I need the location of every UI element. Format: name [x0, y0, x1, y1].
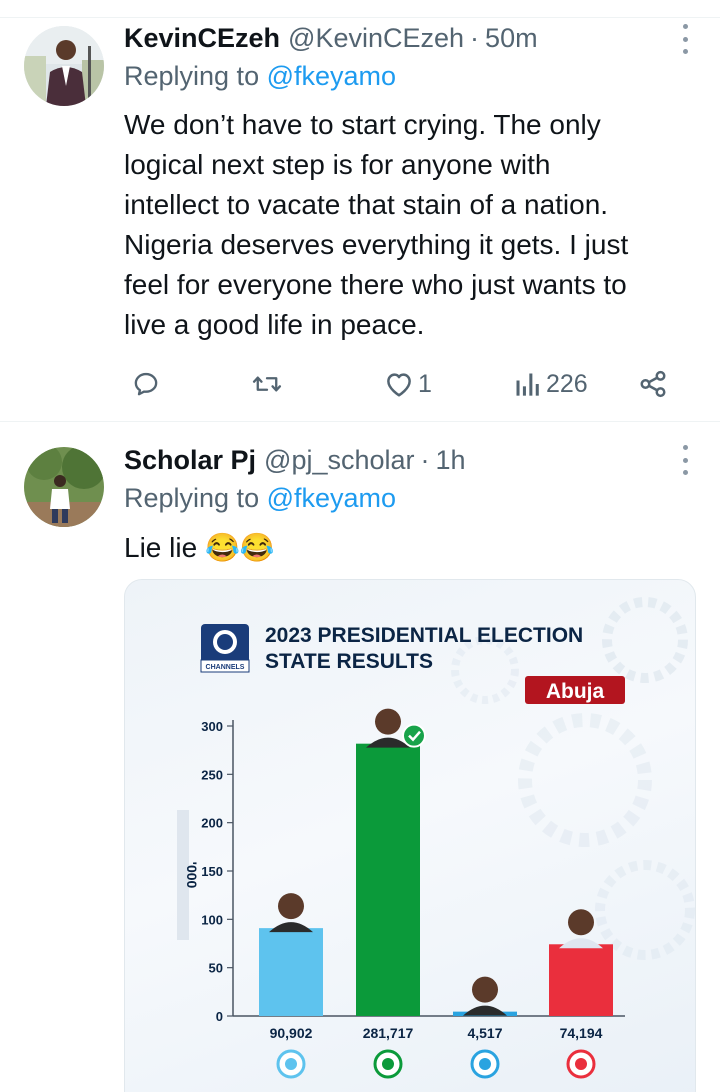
tweet-actions: 1 226	[124, 362, 684, 406]
tweet-image[interactable]: CHANNELS 2023 PRESIDENTIAL ELECTION STAT…	[124, 579, 696, 1092]
more-options-icon[interactable]	[680, 445, 690, 475]
tweet-text-line: live a good life in peace.	[124, 309, 425, 340]
channels-logo-text: CHANNELS	[206, 664, 245, 671]
retweet-button[interactable]	[252, 362, 282, 406]
value-label: 4,517	[467, 1025, 502, 1041]
y-tick-label: 250	[201, 767, 223, 782]
party-logo-pdp	[566, 1049, 596, 1079]
channels-logo: CHANNELS	[200, 624, 250, 673]
y-tick-label: 50	[209, 961, 223, 976]
avatar[interactable]	[24, 447, 104, 527]
avatar-image	[24, 26, 104, 106]
share-icon	[640, 370, 666, 398]
value-label: 281,717	[363, 1025, 414, 1041]
display-name[interactable]: KevinCEzeh	[124, 23, 280, 54]
tweet-text-line: logical next step is for anyone with	[124, 149, 551, 180]
avatar-image	[24, 447, 104, 527]
candidate-icon-nnpp	[472, 976, 498, 1003]
party-logos	[276, 1049, 596, 1079]
analytics-icon	[516, 373, 539, 396]
party-logo-center	[285, 1058, 297, 1070]
tweet-kevincezeh[interactable]: KevinCEzeh @KevinCEzeh · 50m Replying to…	[0, 18, 720, 422]
candidate-icon-lp	[375, 708, 401, 735]
previous-tweet-divider	[0, 0, 720, 18]
view-count: 226	[546, 369, 588, 398]
reply-button[interactable]	[132, 362, 160, 406]
like-count: 1	[418, 369, 432, 398]
separator-dot: ·	[470, 22, 480, 53]
value-label: 74,194	[560, 1025, 603, 1041]
value-labels: 90,902 281,717 4,517 74,194	[270, 1025, 603, 1041]
party-logo-center	[575, 1058, 587, 1070]
candidate-body-icon	[559, 938, 603, 949]
y-axis-label: '000	[184, 862, 200, 889]
y-tick-label: 150	[201, 864, 223, 879]
tweet-header: KevinCEzeh @KevinCEzeh · 50m	[124, 18, 538, 58]
candidate-body-icon	[463, 1005, 507, 1016]
tweet-text-line: Nigeria deserves everything it gets. I j…	[124, 229, 629, 260]
winner-check-icon	[402, 723, 426, 748]
retweet-icon	[252, 376, 282, 392]
heart-icon	[387, 373, 411, 397]
share-button[interactable]	[638, 362, 668, 406]
party-logo-apc	[276, 1049, 306, 1079]
replying-to: Replying to @fkeyamo	[124, 61, 396, 92]
decorative-gears	[451, 597, 695, 960]
candidate-icon-apc	[278, 893, 304, 920]
timestamp[interactable]: 1h	[436, 445, 466, 476]
candidate-body-icon	[269, 922, 313, 933]
mention-link[interactable]: @fkeyamo	[267, 61, 396, 91]
tweet-text: Lie lie 😂😂	[124, 532, 275, 563]
replying-prefix: Replying to	[124, 483, 260, 513]
user-handle[interactable]: @KevinCEzeh	[288, 23, 464, 54]
avatar[interactable]	[24, 26, 104, 106]
tweet-text: We don’t have to start crying. The only …	[124, 105, 704, 345]
state-badge-text: Abuja	[546, 680, 605, 703]
replying-to: Replying to @fkeyamo	[124, 483, 396, 514]
tweet-scholar-pj[interactable]: Scholar Pj @pj_scholar · 1h Replying to …	[0, 423, 720, 1092]
mention-link[interactable]: @fkeyamo	[267, 483, 396, 513]
y-tick-label: 100	[201, 912, 223, 927]
y-tick-label: 0	[216, 1009, 223, 1024]
party-logo-nnpp	[470, 1049, 500, 1079]
candidate-icon-pdp	[568, 909, 594, 936]
bars	[259, 743, 613, 1016]
tweet-header: Scholar Pj @pj_scholar · 1h	[124, 440, 466, 480]
tweet-text-line: feel for everyone there who just wants t…	[124, 269, 627, 300]
reply-icon	[134, 372, 158, 396]
party-logo-center	[479, 1058, 491, 1070]
party-logo-center	[382, 1058, 394, 1070]
value-label: 90,902	[270, 1025, 313, 1041]
replying-prefix: Replying to	[124, 61, 260, 91]
more-options-icon[interactable]	[680, 24, 690, 54]
tweet-text-line: We don’t have to start crying. The only	[124, 109, 601, 140]
separator-dot: ·	[420, 444, 430, 475]
like-button[interactable]: 1	[384, 362, 432, 406]
election-results-chart: CHANNELS 2023 PRESIDENTIAL ELECTION STAT…	[177, 597, 695, 1079]
party-logo-lp	[373, 1049, 403, 1079]
bar-pdp	[549, 944, 613, 1016]
timestamp[interactable]: 50m	[485, 23, 538, 54]
chart-title-line1: 2023 PRESIDENTIAL ELECTION	[265, 624, 583, 647]
user-handle[interactable]: @pj_scholar	[264, 445, 414, 476]
bar-lp	[356, 743, 420, 1016]
bar-apc	[259, 928, 323, 1016]
chart-title-line2: STATE RESULTS	[265, 650, 433, 673]
y-tick-label: 300	[201, 719, 223, 734]
tweet-text-line: intellect to vacate that stain of a nati…	[124, 189, 609, 220]
y-tick-label: 200	[201, 816, 223, 831]
display-name[interactable]: Scholar Pj	[124, 445, 256, 476]
views-button[interactable]: 226	[514, 362, 588, 406]
